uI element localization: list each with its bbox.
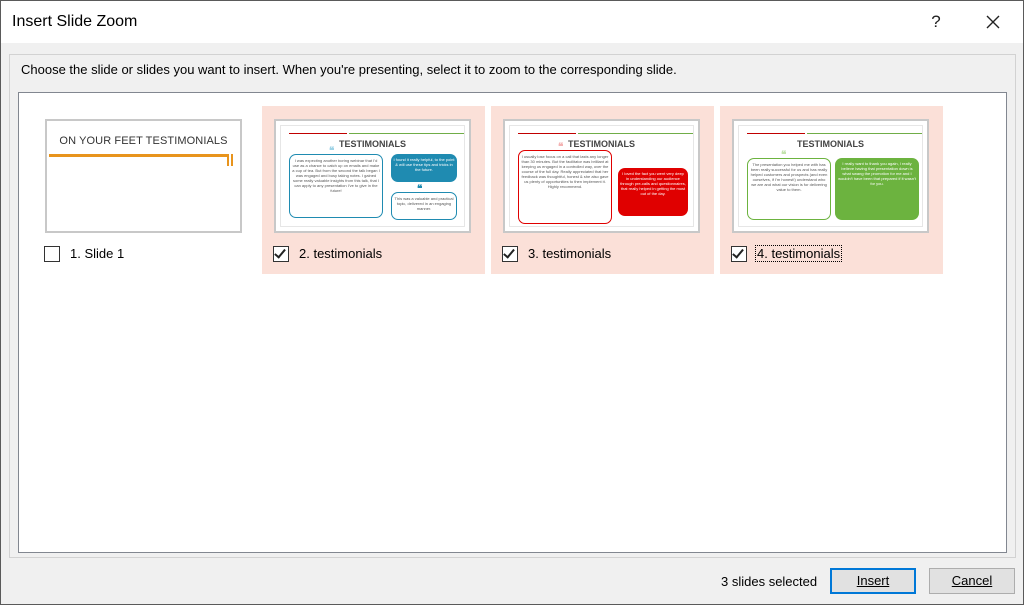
title-bar: Insert Slide Zoom ?: [1, 1, 1023, 43]
testimonial-bubble: This was a valuable and practical topic,…: [391, 192, 457, 220]
slide-checkbox[interactable]: [273, 246, 289, 262]
dialog-title: Insert Slide Zoom: [12, 13, 138, 30]
testimonial-bubble: I loved the fact you went very deep in u…: [618, 168, 688, 216]
testimonial-bubble: I found it really helpful, to the point …: [391, 154, 457, 182]
slide-thumbnail[interactable]: TESTIMONIALS I usually lose focus on a c…: [503, 119, 700, 233]
slide-checkbox[interactable]: [44, 246, 60, 262]
testimonial-bubble: The presentation you helped me with has …: [747, 158, 831, 220]
slide-list[interactable]: ON YOUR FEET TESTIMONIALS 1. Slide 1 TES…: [18, 92, 1007, 553]
slide-canvas: TESTIMONIALS The presentation you helped…: [738, 125, 923, 227]
slide-item-1[interactable]: ON YOUR FEET TESTIMONIALS 1. Slide 1: [33, 106, 256, 274]
slide-canvas: TESTIMONIALS I was expecting another bor…: [280, 125, 465, 227]
thumb-accent-bar: [49, 154, 229, 157]
quote-icon: ❝: [781, 150, 787, 161]
insert-button[interactable]: Insert: [830, 568, 916, 594]
slide-label[interactable]: 1. Slide 1: [69, 246, 125, 261]
slide-item-4[interactable]: TESTIMONIALS The presentation you helped…: [720, 106, 943, 274]
quote-icon: ❝: [869, 150, 875, 161]
cancel-label: Cancel: [951, 573, 993, 588]
slide-checkbox[interactable]: [731, 246, 747, 262]
quote-icon: ❝: [646, 160, 652, 171]
thumb-divider: [578, 133, 693, 134]
thumb-title: TESTIMONIALS: [568, 139, 635, 149]
slide-label[interactable]: 3. testimonials: [527, 246, 612, 261]
thumb-title: ON YOUR FEET TESTIMONIALS: [59, 135, 228, 147]
slide-thumbnail[interactable]: TESTIMONIALS The presentation you helped…: [732, 119, 929, 233]
thumb-title: TESTIMONIALS: [797, 139, 864, 149]
quote-icon: ❝: [417, 184, 423, 195]
slide-label[interactable]: 4. testimonials: [754, 245, 843, 262]
slide-label[interactable]: 2. testimonials: [298, 246, 383, 261]
slide-checkbox[interactable]: [502, 246, 518, 262]
instruction-text: Choose the slide or slides you want to i…: [20, 62, 678, 77]
slide-item-2[interactable]: TESTIMONIALS I was expecting another bor…: [262, 106, 485, 274]
checkmark-icon: [274, 246, 286, 259]
thumb-title: TESTIMONIALS: [339, 139, 406, 149]
thumb-accent-bar: [231, 154, 233, 166]
quote-icon: ❝: [558, 142, 564, 153]
insert-label: Insert: [856, 573, 890, 588]
slide-thumbnail[interactable]: ON YOUR FEET TESTIMONIALS: [45, 119, 242, 233]
testimonial-bubble: I usually lose focus on a call that last…: [518, 150, 612, 224]
help-button[interactable]: ?: [919, 7, 953, 37]
checkmark-icon: [503, 246, 515, 259]
thumb-accent-bar: [227, 154, 229, 166]
cancel-button[interactable]: Cancel: [929, 568, 1015, 594]
testimonial-bubble: I was expecting another boring webinar t…: [289, 154, 383, 218]
checkmark-icon: [732, 246, 744, 259]
thumb-divider: [807, 133, 922, 134]
slide-item-3[interactable]: TESTIMONIALS I usually lose focus on a c…: [491, 106, 714, 274]
insert-slide-zoom-dialog: Insert Slide Zoom ? Choose the slide or …: [0, 0, 1024, 605]
selection-status: 3 slides selected: [721, 574, 818, 589]
thumb-divider: [349, 133, 464, 134]
testimonial-bubble: I really want to thank you again, I real…: [835, 158, 919, 220]
close-button[interactable]: [973, 7, 1013, 37]
quote-icon: ❝: [329, 146, 335, 157]
slide-canvas: TESTIMONIALS I usually lose focus on a c…: [509, 125, 694, 227]
thumb-divider: [747, 133, 805, 134]
thumb-divider: [289, 133, 347, 134]
slide-thumbnail[interactable]: TESTIMONIALS I was expecting another bor…: [274, 119, 471, 233]
thumb-divider: [518, 133, 576, 134]
close-icon: [986, 15, 1000, 29]
